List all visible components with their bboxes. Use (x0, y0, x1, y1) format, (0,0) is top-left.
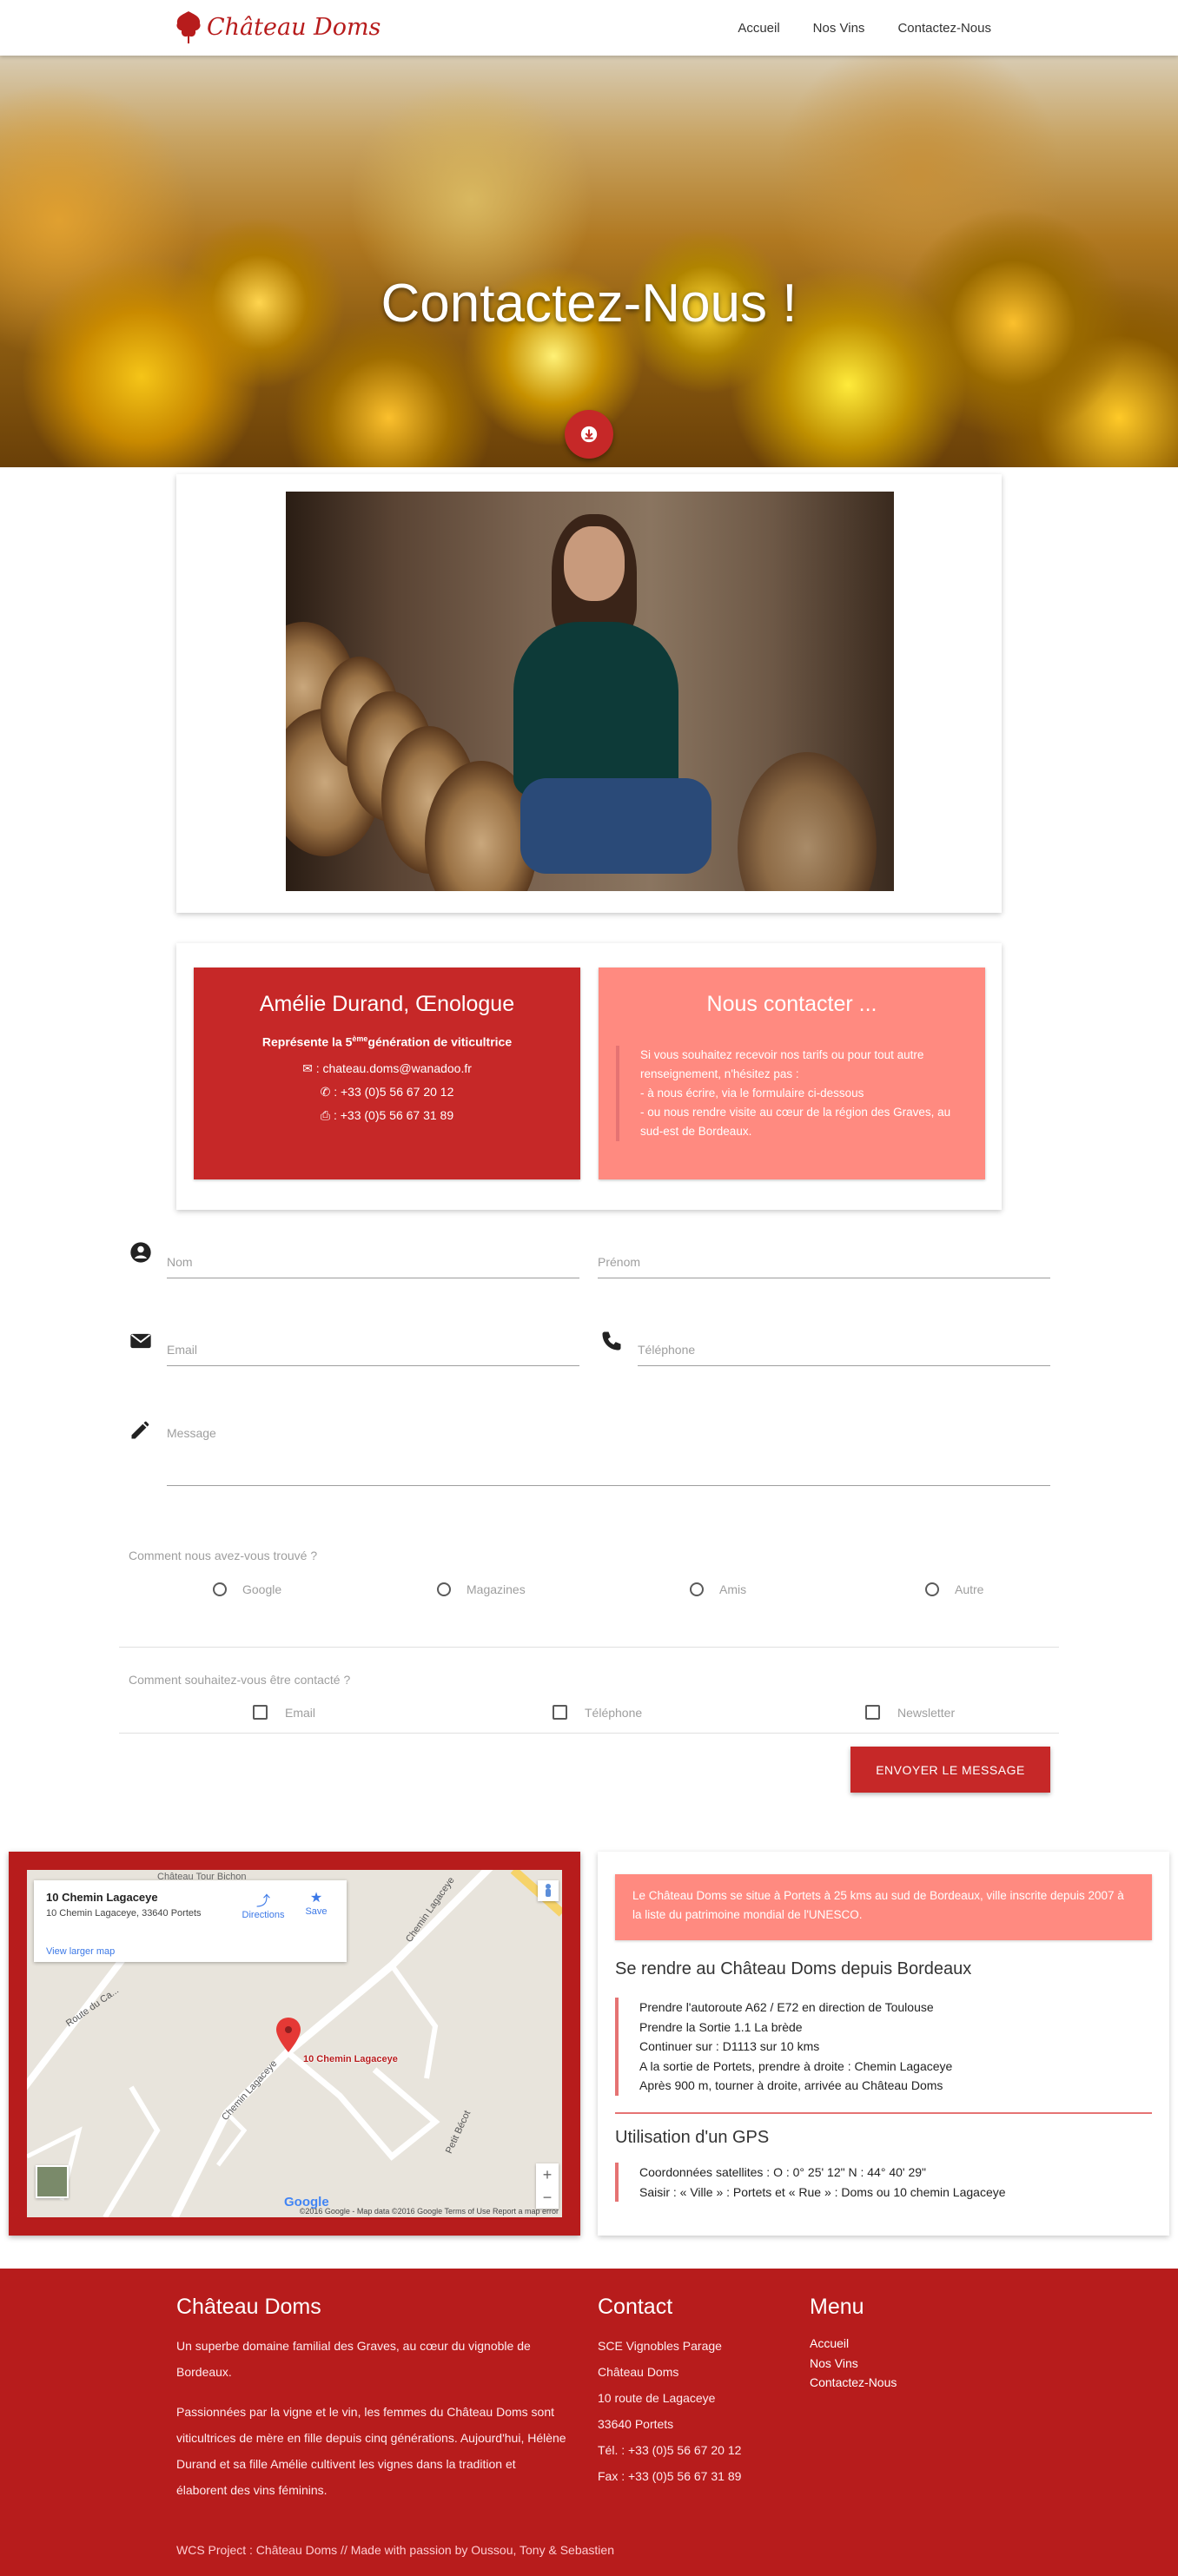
send-message-button[interactable]: ENVOYER LE MESSAGE (850, 1747, 1050, 1793)
divider (119, 1733, 1059, 1734)
download-icon (580, 426, 598, 443)
checkbox-newsletter[interactable]: Newsletter (865, 1705, 955, 1720)
location-note: Le Château Doms se situe à Portets à 25 … (615, 1874, 1152, 1940)
portrait-card (176, 474, 1002, 913)
phone-icon (602, 1331, 621, 1351)
phone-line[interactable]: ✆ : +33 (0)5 56 67 20 12 (194, 1085, 580, 1100)
map-info-window: 10 Chemin Lagaceye 10 Chemin Lagaceye, 3… (34, 1880, 347, 1962)
star-icon: ★ (309, 1891, 323, 1906)
directions-card: Le Château Doms se situe à Portets à 25 … (598, 1852, 1169, 2236)
list-item: A la sortie de Portets, prendre à droite… (639, 2058, 953, 2073)
prenom-input[interactable]: Prénom (598, 1238, 1050, 1278)
message-textarea[interactable]: Message (167, 1414, 1050, 1486)
view-larger-map-link[interactable]: View larger map (46, 1946, 115, 1957)
zoom-out-icon[interactable]: − (536, 2186, 559, 2209)
nav-accueil[interactable]: Accueil (738, 21, 779, 36)
oenologue-subtitle: Représente la 5èmegénération de viticult… (261, 1034, 513, 1049)
radio-google[interactable]: Google (213, 1582, 281, 1596)
map-place-title: 10 Chemin Lagaceye (46, 1891, 158, 1904)
telephone-input[interactable]: Téléphone (638, 1326, 1050, 1366)
footer-menu: Accueil Nos Vins Contactez-Nous (810, 2334, 897, 2393)
portrait-photo (286, 492, 894, 891)
contact-us-text: Si vous souhaitez recevoir nos tarifs ou… (616, 1046, 963, 1141)
radio-amis[interactable]: Amis (690, 1582, 746, 1596)
nav-menu: Accueil Nos Vins Contactez-Nous (705, 0, 991, 56)
checkbox-email[interactable]: Email (253, 1705, 315, 1720)
nav-contactez-nous[interactable]: Contactez-Nous (897, 21, 991, 36)
nav-nos-vins[interactable]: Nos Vins (813, 21, 865, 36)
vine-leaf-icon (176, 11, 201, 43)
list-item: Prendre l'autoroute A62 / E72 en directi… (639, 2000, 934, 2014)
email-icon (130, 1333, 151, 1349)
checkbox-telephone[interactable]: Téléphone (553, 1705, 642, 1720)
map-pin-label: 10 Chemin Lagaceye (303, 2054, 398, 2064)
street-view-pegman-icon[interactable] (538, 1880, 559, 1901)
list-item: Coordonnées satellites : O : 0° 25' 12" … (639, 2165, 927, 2179)
save-button[interactable]: ★ Save (294, 1889, 338, 1917)
list-item: Saisir : « Ville » : Portets et « Rue » … (639, 2184, 1006, 2199)
directions-button[interactable]: ⤴ Directions (237, 1889, 289, 1920)
footer-about-title: Château Doms (176, 2295, 321, 2319)
footer-menu-title: Menu (810, 2295, 864, 2319)
email-input[interactable]: Email (167, 1326, 579, 1366)
divider (615, 2112, 1152, 2114)
oenologue-name: Amélie Durand, Œnologue (259, 992, 515, 1016)
email-line[interactable]: ✉ : chateau.doms@wanadoo.fr (194, 1061, 580, 1076)
list-item: Continuer sur : D1113 sur 10 kms (639, 2039, 820, 2053)
footer-link-contact[interactable]: Contactez-Nous (810, 2373, 897, 2393)
footer-link-accueil[interactable]: Accueil (810, 2334, 897, 2354)
footer: Château Doms Un superbe domaine familial… (0, 2269, 1178, 2576)
map-footer[interactable]: ©2016 Google - Map data ©2016 Google Ter… (300, 2207, 559, 2216)
google-map[interactable]: 10 Chemin Lagaceye Route du Ca... Chemin… (27, 1870, 562, 2217)
footer-contact-list: SCE Vignobles Parage Château Doms 10 rou… (598, 2339, 742, 2483)
map-card: 10 Chemin Lagaceye Route du Ca... Chemin… (9, 1852, 580, 2236)
printer-icon: ⎙ (320, 1107, 331, 1122)
directions-icon: ⤴ (255, 1894, 270, 1909)
found-question: Comment nous avez-vous trouvé ? (129, 1549, 318, 1562)
logo[interactable]: Château Doms (174, 7, 381, 47)
gps-list: Coordonnées satellites : O : 0° 25' 12" … (615, 2163, 1006, 2202)
radio-autre[interactable]: Autre (925, 1582, 983, 1596)
gps-heading: Utilisation d'un GPS (615, 2128, 770, 2147)
footer-link-nos-vins[interactable]: Nos Vins (810, 2354, 897, 2374)
footer-copyright: WCS Project : Château Doms // Made with … (176, 2543, 614, 2557)
fax-line: ⎙ : +33 (0)5 56 67 31 89 (320, 1107, 454, 1122)
contact-question: Comment souhaitez-vous être contacté ? (129, 1673, 351, 1687)
divider (119, 1647, 1059, 1648)
contact-us-title: Nous contacter ... (706, 992, 877, 1016)
email-icon: ✉ (302, 1060, 313, 1075)
nom-input[interactable]: Nom (167, 1238, 579, 1278)
phone-icon: ✆ (320, 1084, 331, 1099)
info-card: Amélie Durand, Œnologue Représente la 5è… (176, 943, 1002, 1210)
logo-text: Château Doms (207, 13, 381, 41)
hero-banner: Contactez-Nous ! (0, 56, 1178, 467)
contact-us-panel: Nous contacter ... Si vous souhaitez rec… (599, 968, 985, 1179)
map-zoom-control[interactable]: + − (536, 2163, 559, 2209)
oenologue-panel: Amélie Durand, Œnologue Représente la 5è… (194, 968, 580, 1179)
top-navbar: Château Doms Accueil Nos Vins Contactez-… (0, 0, 1178, 56)
directions-list: Prendre l'autoroute A62 / E72 en directi… (615, 1998, 952, 2096)
footer-about-p2: Passionnées par la vigne et le vin, les … (176, 2405, 566, 2497)
footer-contact-title: Contact (598, 2295, 673, 2319)
pencil-icon (131, 1421, 149, 1439)
list-item: Après 900 m, tourner à droite, arrivée a… (639, 2078, 943, 2092)
directions-heading: Se rendre au Château Doms depuis Bordeau… (615, 1959, 972, 1978)
zoom-in-icon[interactable]: + (536, 2163, 559, 2186)
footer-about-p1: Un superbe domaine familial des Graves, … (176, 2339, 531, 2379)
map-place-address: 10 Chemin Lagaceye, 33640 Portets (46, 1908, 202, 1919)
satellite-toggle[interactable] (36, 2165, 69, 2198)
hero-title: Contactez-Nous ! (381, 274, 797, 334)
scroll-down-button[interactable] (565, 410, 613, 459)
account-circle-icon (130, 1242, 151, 1263)
list-item: Prendre la Sortie 1.1 La brède (639, 2019, 803, 2034)
radio-magazines[interactable]: Magazines (437, 1582, 526, 1596)
